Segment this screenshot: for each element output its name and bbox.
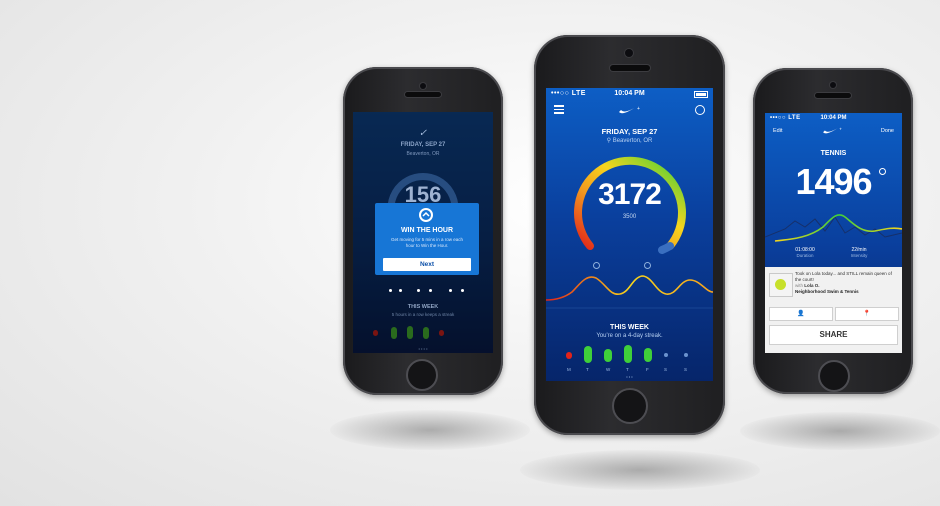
post-photo xyxy=(769,273,793,297)
day-pill-sun xyxy=(684,353,688,357)
pin-icon: ⚲ xyxy=(606,138,612,144)
clock-up-icon xyxy=(419,208,433,222)
win-the-hour-modal: WIN THE HOUR Get moving for 5 mins in a … xyxy=(375,203,479,275)
menu-icon[interactable] xyxy=(554,105,564,114)
day-pill-tue xyxy=(584,346,592,363)
location-label: ⚲ Beaverton, OR xyxy=(546,137,713,144)
screen-center: •••○○ LTE 10:04 PM + FRIDAY, SEP 27 ⚲ Be… xyxy=(546,88,713,381)
earpiece-speaker xyxy=(405,92,441,97)
day-label: M xyxy=(567,367,571,372)
phone-shadow-left xyxy=(330,410,530,450)
week-sub: 5 hours in a row keeps a streak xyxy=(391,312,455,317)
fuel-info-icon xyxy=(879,168,886,175)
day-label: T xyxy=(626,367,629,372)
day-label: F xyxy=(646,367,649,372)
day-pill-mon xyxy=(566,352,572,359)
day-pill-thu xyxy=(624,345,632,363)
stopwatch-icon[interactable] xyxy=(695,105,705,115)
activity-graph xyxy=(765,214,902,242)
status-time: 10:04 PM xyxy=(820,115,847,121)
day-pill-sat xyxy=(664,353,668,357)
tag-location-button[interactable]: 📍 xyxy=(835,307,899,321)
day-label: W xyxy=(606,367,611,372)
day-label: S xyxy=(684,367,688,372)
phone-left: ✓ FRIDAY, SEP 27 Beaverton, OR 156 WIN T… xyxy=(343,67,503,395)
week-pills xyxy=(369,326,479,340)
friend-name: Lola O. xyxy=(804,283,820,288)
screen-left: ✓ FRIDAY, SEP 27 Beaverton, OR 156 WIN T… xyxy=(353,112,493,353)
front-camera xyxy=(625,49,633,57)
intensity-stat: 22/min Intensity xyxy=(839,247,879,258)
share-button[interactable]: SHARE xyxy=(769,325,898,345)
done-button[interactable]: Done xyxy=(881,128,894,134)
phone-shadow-center xyxy=(520,450,760,490)
earpiece-speaker xyxy=(815,93,851,98)
page-dots: • • • • xyxy=(418,346,428,351)
tag-friend-button[interactable]: 👤 xyxy=(769,307,833,321)
person-add-icon: 👤 xyxy=(797,311,805,317)
graph-dots xyxy=(389,289,469,293)
fuel-value: 3172 xyxy=(598,178,662,211)
earpiece-speaker xyxy=(610,65,650,71)
week-sub: You're on a 4-day streak. xyxy=(596,333,663,339)
nike-logo: ✓ xyxy=(418,128,428,139)
duration-label: Duration xyxy=(796,253,814,258)
svg-text:+: + xyxy=(839,127,842,132)
status-time: 10:04 PM xyxy=(614,90,645,97)
phone-shadow-right xyxy=(740,412,940,450)
week-streak-pills xyxy=(564,345,695,365)
svg-text:+: + xyxy=(637,106,640,112)
nike-plus-logo: + xyxy=(619,106,640,114)
screen-right: •••○○ LTE 10:04 PM Edit + Done TENNIS 14… xyxy=(765,113,902,353)
post-place: Neighborhood Swim & Tennis xyxy=(795,289,859,294)
tennis-ball-icon xyxy=(775,279,786,290)
week-label: THIS WEEK xyxy=(407,304,439,310)
home-button[interactable] xyxy=(818,360,850,392)
edit-button[interactable]: Edit xyxy=(773,128,782,134)
home-button[interactable] xyxy=(612,388,648,424)
location-label: Beaverton, OR xyxy=(406,151,440,157)
status-bar: •••○○ LTE 10:04 PM xyxy=(546,88,713,100)
battery-icon xyxy=(694,91,708,98)
front-camera xyxy=(830,82,836,88)
phone-right: •••○○ LTE 10:04 PM Edit + Done TENNIS 14… xyxy=(753,68,913,394)
modal-title: WIN THE HOUR xyxy=(400,227,454,234)
hourly-activity-graph xyxy=(546,275,713,309)
fuel-goal: 3500 xyxy=(622,214,637,220)
nike-plus-logo: + xyxy=(823,127,842,134)
next-button[interactable]: Next xyxy=(383,258,471,271)
duration-stat: 01:08:00 Duration xyxy=(785,247,825,258)
clock-small-icon-right xyxy=(644,262,651,269)
location-text: Beaverton, OR xyxy=(612,138,653,144)
with-text: with xyxy=(795,283,804,288)
clock-small-icon-left xyxy=(593,262,600,269)
intensity-label: Intensity xyxy=(850,253,868,258)
front-camera xyxy=(420,83,426,89)
location-pin-icon: 📍 xyxy=(863,311,871,317)
share-card: Took on Lola today... and STILL remain q… xyxy=(765,267,902,353)
post-text: Took on Lola today... and STILL remain q… xyxy=(795,271,892,282)
phone-center: •••○○ LTE 10:04 PM + FRIDAY, SEP 27 ⚲ Be… xyxy=(534,35,725,435)
day-label: S xyxy=(664,367,668,372)
date-label: FRIDAY, SEP 27 xyxy=(400,142,446,148)
home-button[interactable] xyxy=(406,359,438,391)
post-with: with Lola O. xyxy=(795,283,898,288)
sport-label: TENNIS xyxy=(820,150,847,157)
day-label: T xyxy=(586,367,589,372)
day-pill-fri xyxy=(644,348,652,362)
modal-body: Get moving for 5 mins in a row each hour… xyxy=(390,237,464,248)
day-pill-wed xyxy=(604,349,612,362)
page-dots: • • • xyxy=(626,374,633,379)
week-label: THIS WEEK xyxy=(610,324,649,331)
date-label: FRIDAY, SEP 27 xyxy=(601,127,658,136)
status-bar: •••○○ LTE 10:04 PM xyxy=(765,113,902,125)
